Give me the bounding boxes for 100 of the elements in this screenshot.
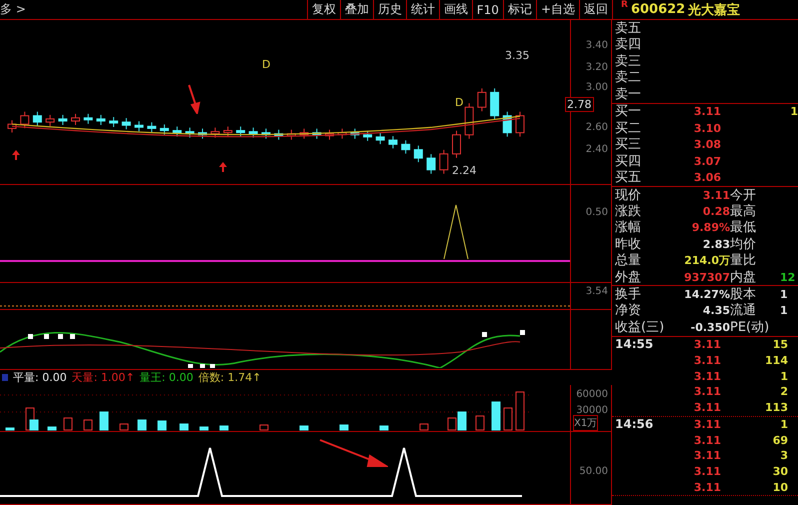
candlestick [109,116,118,128]
price-tag: 2.78 [565,97,594,112]
quote-label: 今开 [730,188,756,203]
order-price: 3.08 [694,138,721,152]
legend-item: 倍数: 1.74↑ [198,370,262,385]
tick-volume: 3 [780,449,788,462]
breadcrumb-label[interactable]: 多 > [0,0,307,19]
tick-time: 14:56 [615,417,654,432]
quote-value: 12 [780,270,796,284]
tick-price: 3.11 [694,370,721,382]
legend-item: 天量: 1.00↑ [72,370,135,385]
candlestick [160,124,169,136]
candlestick [58,114,68,126]
volume-bar [340,424,348,430]
quote-label: 均价 [730,236,756,252]
order-label: 卖四 [615,37,641,52]
quote-label: 现价 [615,188,641,203]
order-volume: 1 [790,105,798,118]
candlestick [223,126,232,138]
axis-label: 30000 [576,405,608,416]
tick-price: 3.11 [694,434,721,447]
volume-bar [120,424,128,430]
tick-price: 3.11 [694,401,721,414]
candlestick [20,111,30,129]
volume-bar [138,420,146,430]
tick-time: 14:55 [615,337,654,352]
stock-name: 光大嘉宝 [688,2,740,18]
legend-item: 平量: 0.00 [13,370,67,385]
axis-label: 2.40 [586,144,608,155]
axis-label: 0.50 [586,207,608,218]
quote-value: 214.0万 [684,253,730,268]
volume-bar [200,426,208,430]
legend-item: 量王: 0.00 [140,370,194,385]
candlestick [134,120,144,132]
quote-label: 流通 [730,303,756,318]
quote-label: 昨收 [615,236,641,252]
candlestick [198,128,207,140]
arrow-pointer-drawing [318,438,388,468]
volume-bar [180,424,188,430]
tick-volume: 114 [765,354,788,367]
axis-label: 50.00 [579,466,608,477]
candlestick [414,145,423,163]
unit-label: X1万 [573,415,598,431]
quote-label: 换手 [615,287,641,302]
order-label: 卖五 [615,20,641,36]
candlestick [147,122,156,133]
quote-label: 股本 [730,287,756,302]
candlestick [464,102,474,140]
candlestick [172,126,182,138]
volume-bar [420,424,428,430]
candlestick [325,129,334,140]
quote-value: 4.35 [702,304,730,318]
order-label: 买二 [615,120,641,136]
candlestick [46,114,55,127]
candlestick [490,88,500,120]
candlestick [401,140,410,154]
quote-value: 0.28 [702,205,730,218]
candlestick [516,111,524,138]
stock-code: 600622 [630,2,686,17]
tick-volume: 15 [772,338,788,351]
axis-label: 2.60 [586,122,608,133]
quote-label: 量比 [730,253,756,268]
r-label: R [621,0,628,10]
quote-value: 14.27% [684,288,730,302]
quote-label: 收益(三) [615,320,664,335]
tick-price: 3.11 [694,449,721,462]
axis-label: 3.00 [586,82,608,93]
order-price: 3.11 [694,105,721,118]
arrow-pointer-drawing [186,84,202,114]
volume-bar [492,402,500,430]
up-arrow-icon [12,150,20,160]
quote-value: 937307 [684,270,730,284]
volume-bar [220,426,228,430]
candlestick [477,88,486,112]
volume-bar [84,420,92,430]
quote-label: 最高 [730,204,756,220]
quote-label: 内盘 [730,270,756,285]
tick-price: 3.11 [694,385,721,398]
candlestick [71,113,80,126]
quote-label: 净资 [615,303,641,318]
tick-price: 3.11 [694,354,721,367]
candlestick [426,154,436,174]
volume-bar [516,392,524,430]
order-label: 卖一 [615,86,641,102]
volume-bar [260,424,268,430]
quote-value: 1 [780,288,788,302]
order-label: 买四 [615,154,641,169]
candlestick [350,128,360,140]
volume-bar [476,416,484,430]
chart-annotation: D [455,96,464,109]
candlestick [274,129,284,140]
tick-volume: 2 [780,385,788,398]
candlestick [439,149,448,174]
volume-bar [504,408,512,430]
quote-value: -0.350 [690,320,730,334]
tick-volume: 1 [780,418,788,431]
candlestick [248,127,258,138]
volume-bar [64,418,72,430]
axis-label: 3.40 [586,40,608,51]
tick-volume: 113 [765,401,788,414]
